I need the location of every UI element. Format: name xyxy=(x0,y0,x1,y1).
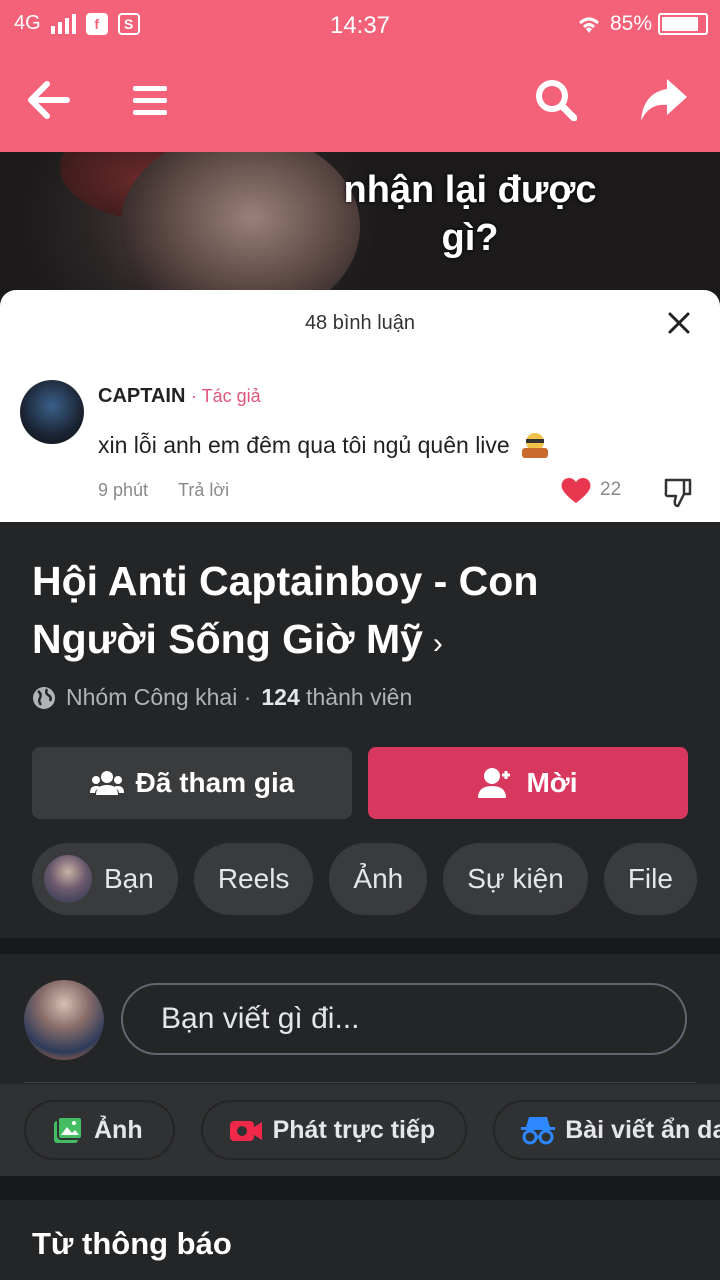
chevron-right-icon: › xyxy=(432,627,443,660)
wifi-icon xyxy=(578,17,599,33)
section-title: Từ thông báo xyxy=(32,1226,232,1261)
battery-percent: 85% xyxy=(609,12,652,35)
group-meta: Nhóm Công khai · 124 thành viên xyxy=(32,684,412,711)
incognito-icon xyxy=(521,1117,556,1145)
back-button[interactable] xyxy=(20,72,76,128)
composer-actions: Ảnh Phát trực tiếp Bài viết ẩn dan xyxy=(0,1084,720,1176)
share-button[interactable] xyxy=(636,72,692,128)
joined-button[interactable]: Đã tham gia xyxy=(32,747,352,819)
avatar xyxy=(20,380,84,444)
comment-sheet: 48 bình luận CAPTAIN · Tác giả xin lỗi a… xyxy=(0,290,720,522)
emoji-icon xyxy=(521,433,548,458)
close-icon xyxy=(668,312,690,334)
group-tabs: Bạn Reels Ảnh Sự kiện File xyxy=(32,843,697,915)
globe-icon xyxy=(33,686,55,709)
live-video-button[interactable]: Phát trực tiếp xyxy=(200,1100,468,1160)
tab-photos[interactable]: Ảnh xyxy=(329,843,428,915)
video-camera-icon xyxy=(229,1121,262,1141)
comment-time: 9 phút xyxy=(98,480,149,500)
arrow-left-icon xyxy=(28,81,70,119)
heart-icon xyxy=(561,477,591,503)
battery-icon xyxy=(658,13,708,35)
invite-button[interactable]: Mời xyxy=(368,747,688,819)
photo-button[interactable]: Ảnh xyxy=(24,1100,175,1160)
avatar xyxy=(44,855,92,903)
anonymous-post-button[interactable]: Bài viết ẩn dan xyxy=(493,1100,720,1160)
photo-icon xyxy=(54,1116,83,1143)
tab-reels[interactable]: Reels xyxy=(193,843,314,915)
menu-button[interactable] xyxy=(122,72,178,128)
group-people-icon xyxy=(89,771,124,795)
tab-events[interactable]: Sự kiện xyxy=(443,843,588,915)
tab-files[interactable]: File xyxy=(603,843,697,915)
group-title[interactable]: Hội Anti Captainboy - Con Người Sống Giờ… xyxy=(32,552,672,673)
search-icon xyxy=(536,80,577,121)
comment-meta: 9 phút Trả lời xyxy=(98,480,229,501)
divider xyxy=(0,938,720,954)
cover-caption: nhận lại được gì? xyxy=(343,169,597,259)
member-count: 124 thành viên xyxy=(261,684,413,710)
top-nav xyxy=(0,50,720,152)
comment-likes: 22 xyxy=(560,476,621,504)
author-tag: · Tác giả xyxy=(190,386,261,406)
comment-count: 48 bình luận xyxy=(304,312,416,334)
status-bar: 4G f S 14:37 85% xyxy=(0,0,720,50)
composer-input[interactable]: Bạn viết gì đi... xyxy=(121,983,687,1055)
divider xyxy=(0,1176,720,1200)
thumbs-down-icon xyxy=(664,478,692,508)
comment-author: CAPTAIN · Tác giả xyxy=(98,385,261,407)
privacy-label: Nhóm Công khai · xyxy=(66,684,252,710)
search-button[interactable] xyxy=(528,72,584,128)
hamburger-icon xyxy=(133,86,167,115)
tab-ban[interactable]: Bạn xyxy=(32,843,178,915)
divider xyxy=(24,1082,696,1083)
add-person-icon xyxy=(478,768,511,798)
cover-photo: nhận lại được gì? xyxy=(0,152,720,322)
share-arrow-icon xyxy=(641,79,687,121)
comment-text: xin lỗi anh em đêm qua tôi ngủ quên live xyxy=(98,430,552,460)
avatar[interactable] xyxy=(24,980,104,1060)
reply-label: Trả lời xyxy=(178,480,230,500)
cover-image[interactable]: nhận lại được gì? 48 bình luận CAPTAIN ·… xyxy=(0,152,720,522)
